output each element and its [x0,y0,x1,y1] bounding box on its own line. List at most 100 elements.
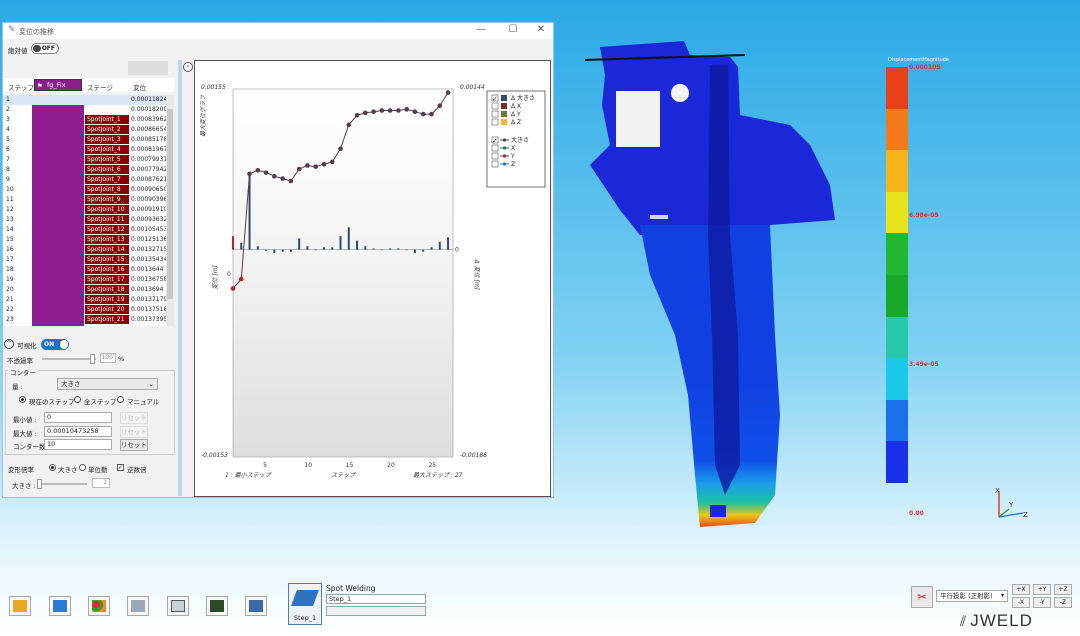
magnitude-point [338,146,343,152]
table-row[interactable]: 8 SpotJoint_60.000779425 [3,165,166,175]
mesh-button[interactable] [167,596,189,616]
table-row[interactable]: 4 SpotJoint_20.000866543 [3,125,166,135]
table-row[interactable]: 12 SpotJoint_100.000919107 [3,205,166,215]
legend-checkbox[interactable] [491,160,499,168]
view-plus-z-button[interactable]: +Z [1054,584,1072,595]
deform-inverse-checkbox[interactable]: ✓ [117,464,124,471]
table-row[interactable]: 23 SpotJoint_21 0.00137395 [3,315,166,325]
axis-triad-icon: X Y Z [995,487,1028,519]
legend-checkbox[interactable] [491,102,499,110]
collapse-left-icon[interactable]: ‹ [183,62,193,72]
stage-thumbnail[interactable]: Step_1 [288,583,322,625]
opacity-slider[interactable] [42,354,96,364]
open-folder-button[interactable] [9,596,31,616]
step-cell: 15 [6,236,14,243]
view-minus-y-button[interactable]: -Y [1033,597,1051,608]
size-slider[interactable] [37,479,87,489]
size-value[interactable]: 1 [92,478,110,488]
filter-combo[interactable]: ⚑ fg_Fix [34,79,82,91]
legend-label: Y [510,153,515,160]
view-minus-x-button[interactable]: -X [1012,597,1030,608]
size-slider-knob[interactable] [37,479,42,489]
table-row[interactable]: 1 0.000118248 [3,95,166,105]
result-button[interactable] [245,596,267,616]
console-button[interactable] [206,596,228,616]
title-bar[interactable]: ✎ 変位の推移 — ☐ ✕ [3,23,553,39]
step-cell: 16 [6,246,14,253]
table-scrollbar[interactable] [166,95,174,326]
legend-checkbox[interactable] [491,152,499,160]
stage-name-field[interactable]: Step_1 [326,594,426,604]
settings-button[interactable] [127,596,149,616]
table-row[interactable]: 9 SpotJoint_70.000876219 [3,175,166,185]
table-row[interactable]: 10 SpotJoint_80.000906502 [3,185,166,195]
table-row[interactable]: 6 SpotJoint_40.000819677 [3,145,166,155]
col-value-header[interactable]: 変位 [133,82,146,92]
magnitude-point [387,108,393,113]
panel-splitter[interactable] [178,60,182,496]
contour-count-input[interactable]: 10 [44,439,112,450]
min-input[interactable]: 0 [44,412,112,423]
visual-toggle[interactable]: ON [41,339,69,350]
value-cell: 0.00132715 [131,246,166,253]
scroll-thumb[interactable] [167,109,173,299]
materials-button[interactable] [88,596,110,616]
model-button[interactable] [49,596,71,616]
radio-all-steps-label: 全ステップ [84,398,117,406]
legend-checkbox[interactable] [491,144,499,152]
table-row[interactable]: 16 SpotJoint_14 0.00132715 [3,245,166,255]
table-row[interactable]: 15 SpotJoint_13 0.00125136 [3,235,166,245]
delta-bar [422,249,425,252]
col-step-header[interactable]: ステップ [8,82,34,92]
radio-deform-magnitude[interactable] [49,464,56,471]
magnitude-point [371,109,376,115]
maximize-button[interactable]: ☐ [503,24,523,35]
table-row[interactable]: 19 SpotJoint_17 0.00136758 [3,275,166,285]
opacity-slider-knob[interactable] [90,354,95,364]
view-plus-x-button[interactable]: +X [1012,584,1030,595]
table-row[interactable]: 17 SpotJoint_15 0.00135434 [3,255,166,265]
legend-checkbox[interactable] [491,118,499,126]
table-row[interactable]: 18 SpotJoint_16 0.0013644 [3,265,166,275]
min-reset-button[interactable]: リセット [120,412,148,424]
legend-checkbox[interactable] [491,110,499,118]
projection-select[interactable]: 平行投影 (正射影) ▾ [936,590,1008,602]
step-cell: 10 [6,186,14,193]
x-tick-label: 15 [346,462,354,469]
col-stage-header[interactable]: ステージ [87,82,113,92]
step-table[interactable]: 10.00011824820.0001820023SpotJoint_10.00… [3,95,166,326]
table-row[interactable]: 3 SpotJoint_10.000839622 [3,115,166,125]
max-reset-button[interactable]: リセット [120,426,148,438]
legend-swatch-dot [502,154,507,158]
y-right-axis-label: Δ 変位 [m] [473,259,481,291]
magnitude-point [404,107,409,112]
table-row[interactable]: 13 SpotJoint_110.000936324 [3,215,166,225]
table-row[interactable]: 7 SpotJoint_50.000799311 [3,155,166,165]
table-row[interactable]: 2 0.000182002 [3,105,166,115]
table-row[interactable]: 21 SpotJoint_19 0.00137179 [3,295,166,305]
view-minus-z-button[interactable]: -Z [1054,597,1072,608]
projection-toggle-icon[interactable]: ✂ [911,586,933,608]
table-row[interactable]: 5 SpotJoint_30.000851787 [3,135,166,145]
colorbar-band [886,399,908,442]
absolute-value-toggle[interactable]: OFF [31,43,59,54]
table-row[interactable]: 14 SpotJoint_12 0.00105453 [3,225,166,235]
collapse-visual-icon[interactable]: ^ [4,339,14,349]
opacity-value[interactable]: 100 [100,353,116,363]
radio-all-steps[interactable] [74,396,81,403]
radio-current-step[interactable] [19,396,26,403]
value-cell: 0.00137518 [131,306,166,313]
radio-deform-unit[interactable] [79,464,86,471]
table-row[interactable]: 20 SpotJoint_18 0.0013694 [3,285,166,295]
radio-manual[interactable] [117,396,124,403]
table-row[interactable]: 22 SpotJoint_20 0.00137518 [3,305,166,315]
table-row[interactable]: 11 SpotJoint_90.000903969 [3,195,166,205]
model-viewport[interactable] [580,35,880,535]
quantity-select[interactable]: 大きさ ⌄ [57,378,158,390]
step-cell: 2 [6,106,10,113]
close-button[interactable]: ✕ [531,24,551,35]
contour-count-reset-button[interactable]: リセット [120,439,148,451]
max-input[interactable]: 0.00010473258 [44,426,112,437]
minimize-button[interactable]: — [471,24,491,35]
view-plus-y-button[interactable]: +Y [1033,584,1051,595]
